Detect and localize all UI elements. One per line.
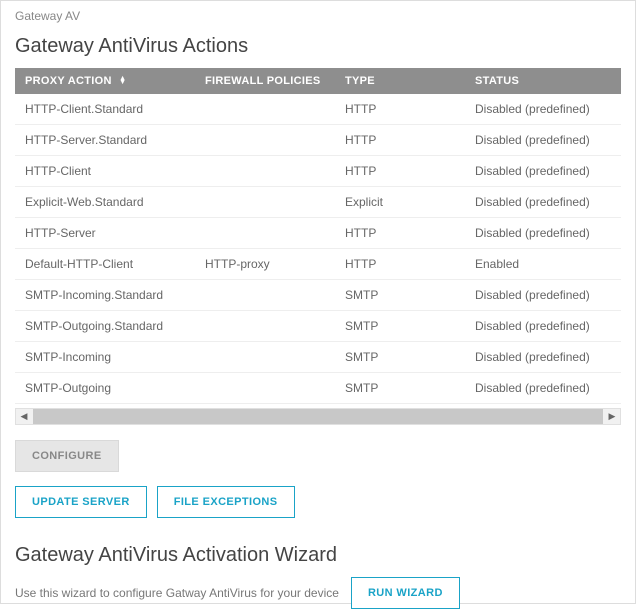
cell-type: SMTP: [335, 373, 465, 404]
table-vertical-scroll[interactable]: PROXY ACTION ▲▼ FIREWALL POLICIES TYPE S…: [15, 68, 621, 408]
cell-proxy-action: SMTP-Outgoing.Standard: [15, 311, 195, 342]
cell-firewall-policies: [195, 373, 335, 404]
cell-firewall-policies: [195, 280, 335, 311]
cell-type: SMTP: [335, 311, 465, 342]
configure-button[interactable]: CONFIGURE: [15, 440, 119, 472]
cell-proxy-action: Default-HTTP-Client: [15, 249, 195, 280]
cell-status: Disabled (predefined): [465, 125, 621, 156]
cell-proxy-action: Explicit-Web.Standard: [15, 187, 195, 218]
table-row[interactable]: Explicit-Web.Standard ExplicitDisabled (p…: [15, 187, 621, 218]
cell-status: Disabled (predefined): [465, 218, 621, 249]
wizard-description: Use this wizard to configure Gatway Anti…: [15, 586, 339, 600]
cell-type: HTTP: [335, 156, 465, 187]
cell-status: Disabled (predefined): [465, 342, 621, 373]
table-row[interactable]: SMTP-Incoming.Standard SMTPDisabled (pred…: [15, 280, 621, 311]
col-header-firewall-policies[interactable]: FIREWALL POLICIES: [195, 68, 335, 94]
cell-type: HTTP: [335, 125, 465, 156]
scroll-left-icon[interactable]: ◀: [16, 409, 32, 424]
scroll-right-icon[interactable]: ▶: [604, 409, 620, 424]
cell-status: Disabled (predefined): [465, 156, 621, 187]
cell-status: Disabled (predefined): [465, 373, 621, 404]
cell-proxy-action: SMTP-Incoming: [15, 342, 195, 373]
cell-status: Disabled (predefined): [465, 94, 621, 125]
activation-wizard-section: Gateway AntiVirus Activation Wizard Use …: [15, 544, 621, 609]
cell-status: Disabled (predefined): [465, 311, 621, 342]
col-header-proxy-action[interactable]: PROXY ACTION ▲▼: [15, 68, 195, 94]
cell-firewall-policies: [195, 187, 335, 218]
cell-proxy-action: HTTP-Server.Standard: [15, 125, 195, 156]
table-body: HTTP-Client.StandardHTTPDisabled (predef…: [15, 94, 621, 408]
cell-status: Disabled (predefined): [465, 280, 621, 311]
run-wizard-button[interactable]: RUN WIZARD: [351, 577, 460, 609]
cell-type: Explicit: [335, 187, 465, 218]
table-header-row: PROXY ACTION ▲▼ FIREWALL POLICIES TYPE S…: [15, 68, 621, 94]
scrollbar-thumb[interactable]: [33, 409, 603, 424]
cell-firewall-policies: [195, 156, 335, 187]
cell-firewall-policies: [195, 342, 335, 373]
update-server-button[interactable]: UPDATE SERVER: [15, 486, 147, 518]
col-header-proxy-action-label: PROXY ACTION: [25, 75, 112, 87]
table-row[interactable]: HTTP-Server.Standard HTTPDisabled (predef…: [15, 125, 621, 156]
secondary-button-row: UPDATE SERVER FILE EXCEPTIONS: [15, 486, 621, 518]
cell-status: Disabled (predefined): [465, 187, 621, 218]
cell-proxy-action: SMTP-Incoming.Standard: [15, 280, 195, 311]
actions-table-container: PROXY ACTION ▲▼ FIREWALL POLICIES TYPE S…: [15, 68, 621, 426]
breadcrumb: Gateway AV: [15, 9, 621, 23]
cell-type: SMTP: [335, 342, 465, 373]
cell-firewall-policies: [195, 311, 335, 342]
cell-firewall-policies: [195, 125, 335, 156]
cell-firewall-policies: [195, 94, 335, 125]
configure-button-row: CONFIGURE: [15, 440, 621, 472]
table-row[interactable]: SMTP-Outgoing.Standard SMTPDisabled (pred…: [15, 311, 621, 342]
cell-firewall-policies: HTTP-proxy: [195, 249, 335, 280]
table-row[interactable]: HTTP-Client HTTPDisabled (predefined): [15, 156, 621, 187]
table-row[interactable]: Default-HTTP-ClientHTTP-proxyHTTPEnabled: [15, 249, 621, 280]
cell-type: HTTP: [335, 218, 465, 249]
cell-status: Enabled: [465, 249, 621, 280]
cell-type: HTTP: [335, 94, 465, 125]
sort-icon[interactable]: ▲▼: [119, 77, 126, 85]
table-row[interactable]: SMTP-Outgoing SMTPDisabled (predefined): [15, 373, 621, 404]
table-row[interactable]: SMTP-Incoming SMTPDisabled (predefined): [15, 342, 621, 373]
col-header-status[interactable]: STATUS: [465, 68, 621, 94]
file-exceptions-button[interactable]: FILE EXCEPTIONS: [157, 486, 295, 518]
table-row[interactable]: HTTP-Server HTTPDisabled (predefined): [15, 218, 621, 249]
section-title: Gateway AntiVirus Actions: [15, 35, 621, 58]
cell-proxy-action: SMTP-Outgoing: [15, 373, 195, 404]
cell-type: HTTP: [335, 249, 465, 280]
table-row[interactable]: HTTP-Client.Standard HTTPDisabled (predef…: [15, 94, 621, 125]
cell-proxy-action: HTTP-Client.Standard: [15, 94, 195, 125]
cell-proxy-action: HTTP-Server: [15, 218, 195, 249]
col-header-type[interactable]: TYPE: [335, 68, 465, 94]
cell-type: SMTP: [335, 280, 465, 311]
wizard-title: Gateway AntiVirus Activation Wizard: [15, 544, 621, 567]
cell-firewall-policies: [195, 218, 335, 249]
horizontal-scrollbar[interactable]: ◀ ▶: [15, 408, 621, 425]
cell-proxy-action: HTTP-Client: [15, 156, 195, 187]
actions-table: PROXY ACTION ▲▼ FIREWALL POLICIES TYPE S…: [15, 68, 621, 408]
